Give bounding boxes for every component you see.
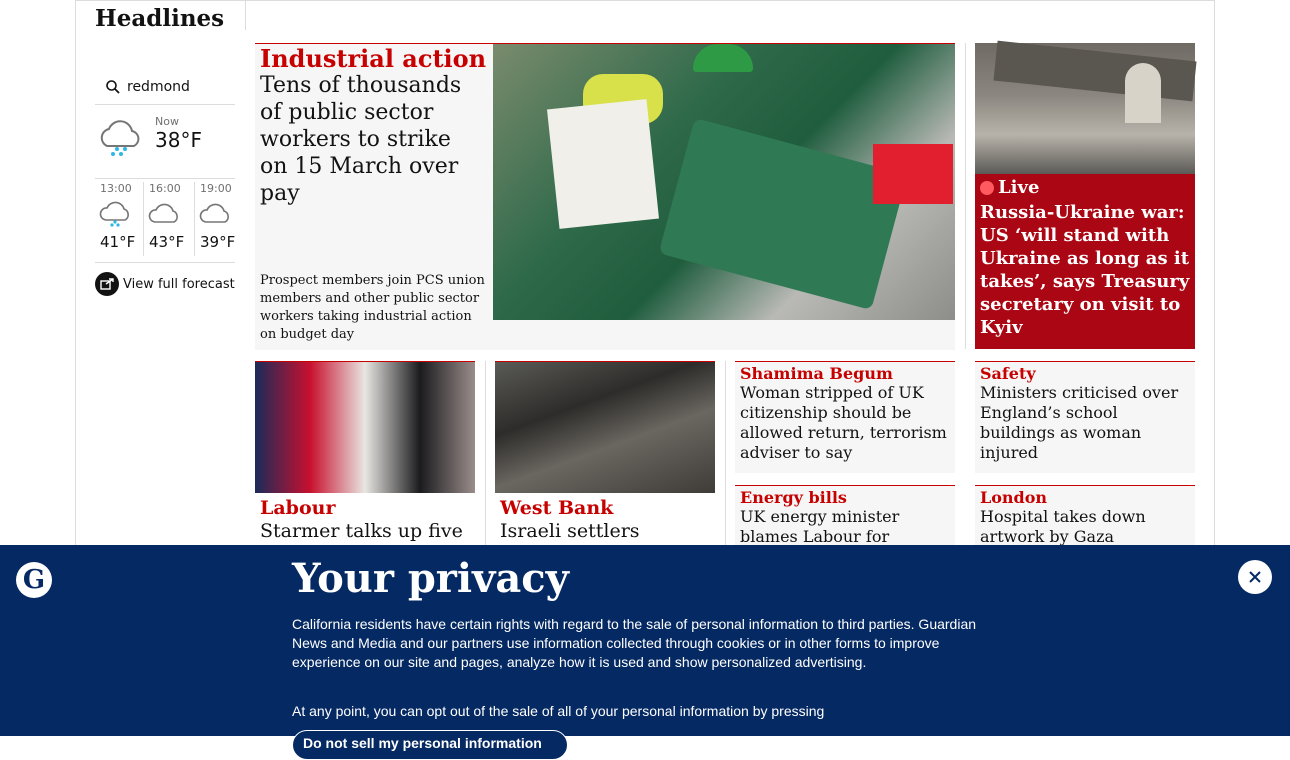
privacy-title: Your privacy: [292, 555, 569, 602]
divider: [965, 43, 966, 349]
story-image[interactable]: [495, 362, 715, 493]
story-card[interactable]: Shamima Begum Woman stripped of UK citiz…: [735, 361, 955, 473]
story-headline[interactable]: Hospital takes down artwork by Gaza: [980, 507, 1192, 547]
divider: [95, 262, 235, 263]
privacy-body: At any point, you can opt out of the sal…: [292, 703, 825, 719]
story-image[interactable]: [975, 40, 1197, 174]
guardian-logo-icon: G: [16, 562, 52, 598]
hourly-forecast: 19:00 39°F: [194, 182, 241, 256]
cloud-icon: [147, 200, 183, 234]
section-title: Headlines: [95, 5, 225, 32]
hourly-temp: 41°F: [100, 233, 136, 251]
image-detail: [1125, 63, 1161, 123]
do-not-sell-button[interactable]: Do not sell my personal information: [292, 730, 568, 760]
close-button[interactable]: [1238, 560, 1272, 594]
divider: [725, 361, 726, 551]
story-headline[interactable]: Israeli settlers: [500, 519, 710, 543]
story-kicker: Energy bills: [740, 488, 847, 507]
live-dot-icon: [980, 180, 994, 195]
cloud-icon: [198, 200, 234, 234]
logo-letter: G: [22, 565, 46, 595]
divider: [245, 0, 246, 30]
story-kicker: Labour: [260, 497, 336, 519]
external-link-icon: [95, 272, 119, 296]
story-headline[interactable]: Ministers criticised over England’s scho…: [980, 383, 1192, 463]
view-forecast-label: View full forecast: [123, 276, 235, 292]
top-rule: [75, 0, 1215, 1]
divider: [485, 361, 486, 551]
story-card[interactable]: Safety Ministers criticised over England…: [975, 361, 1195, 473]
story-card[interactable]: West Bank Israeli settlers: [495, 361, 715, 543]
divider: [95, 178, 235, 179]
rain-cloud-icon: [98, 200, 134, 234]
hourly-temp: 43°F: [149, 233, 185, 251]
hourly-forecast: 13:00 41°F: [95, 182, 141, 256]
live-badge: Live: [980, 177, 1039, 198]
rain-cloud-icon: [95, 116, 147, 164]
weather-now-temp: 38°F: [155, 128, 202, 152]
hourly-forecast: 16:00 43°F: [143, 182, 190, 256]
hourly-temp: 39°F: [200, 233, 236, 251]
privacy-banner: G Your privacy California residents have…: [0, 545, 1290, 760]
story-kicker: London: [980, 488, 1048, 507]
image-detail: [547, 99, 659, 229]
story-headline[interactable]: Russia-Ukraine war: US ‘will stand with …: [980, 201, 1192, 339]
hourly-time: 19:00: [200, 182, 232, 195]
privacy-body: California residents have certain rights…: [292, 616, 977, 670]
story-image[interactable]: [255, 362, 475, 493]
image-detail: [993, 40, 1197, 102]
image-detail: [693, 44, 753, 72]
hourly-time: 16:00: [149, 182, 181, 195]
story-standfirst: Prospect members join PCS union members …: [260, 273, 485, 342]
weather-location: redmond: [127, 79, 190, 95]
close-icon: [1249, 571, 1261, 583]
live-label: Live: [998, 177, 1040, 198]
image-detail: [873, 144, 953, 204]
story-card[interactable]: Labour Starmer talks up five: [255, 361, 475, 543]
story-kicker: Industrial action: [260, 44, 487, 73]
story-headline[interactable]: Starmer talks up five: [260, 519, 470, 543]
story-image[interactable]: [493, 44, 955, 320]
weather-location-field[interactable]: redmond: [95, 70, 235, 105]
search-icon: [106, 80, 120, 94]
main-story-card[interactable]: Industrial action Tens of thousands of p…: [255, 43, 955, 350]
story-kicker: West Bank: [500, 497, 614, 519]
live-story-card[interactable]: Live Russia-Ukraine war: US ‘will stand …: [975, 40, 1197, 349]
hourly-time: 13:00: [100, 182, 132, 195]
story-headline[interactable]: Tens of thousands of public sector worke…: [260, 72, 485, 207]
weather-now-label: Now: [155, 115, 179, 128]
image-detail: [658, 117, 908, 311]
story-headline[interactable]: Woman stripped of UK citizenship should …: [740, 383, 952, 463]
story-kicker: Shamima Begum: [740, 364, 893, 383]
view-forecast-link[interactable]: View full forecast: [95, 272, 235, 296]
story-kicker: Safety: [980, 364, 1036, 383]
